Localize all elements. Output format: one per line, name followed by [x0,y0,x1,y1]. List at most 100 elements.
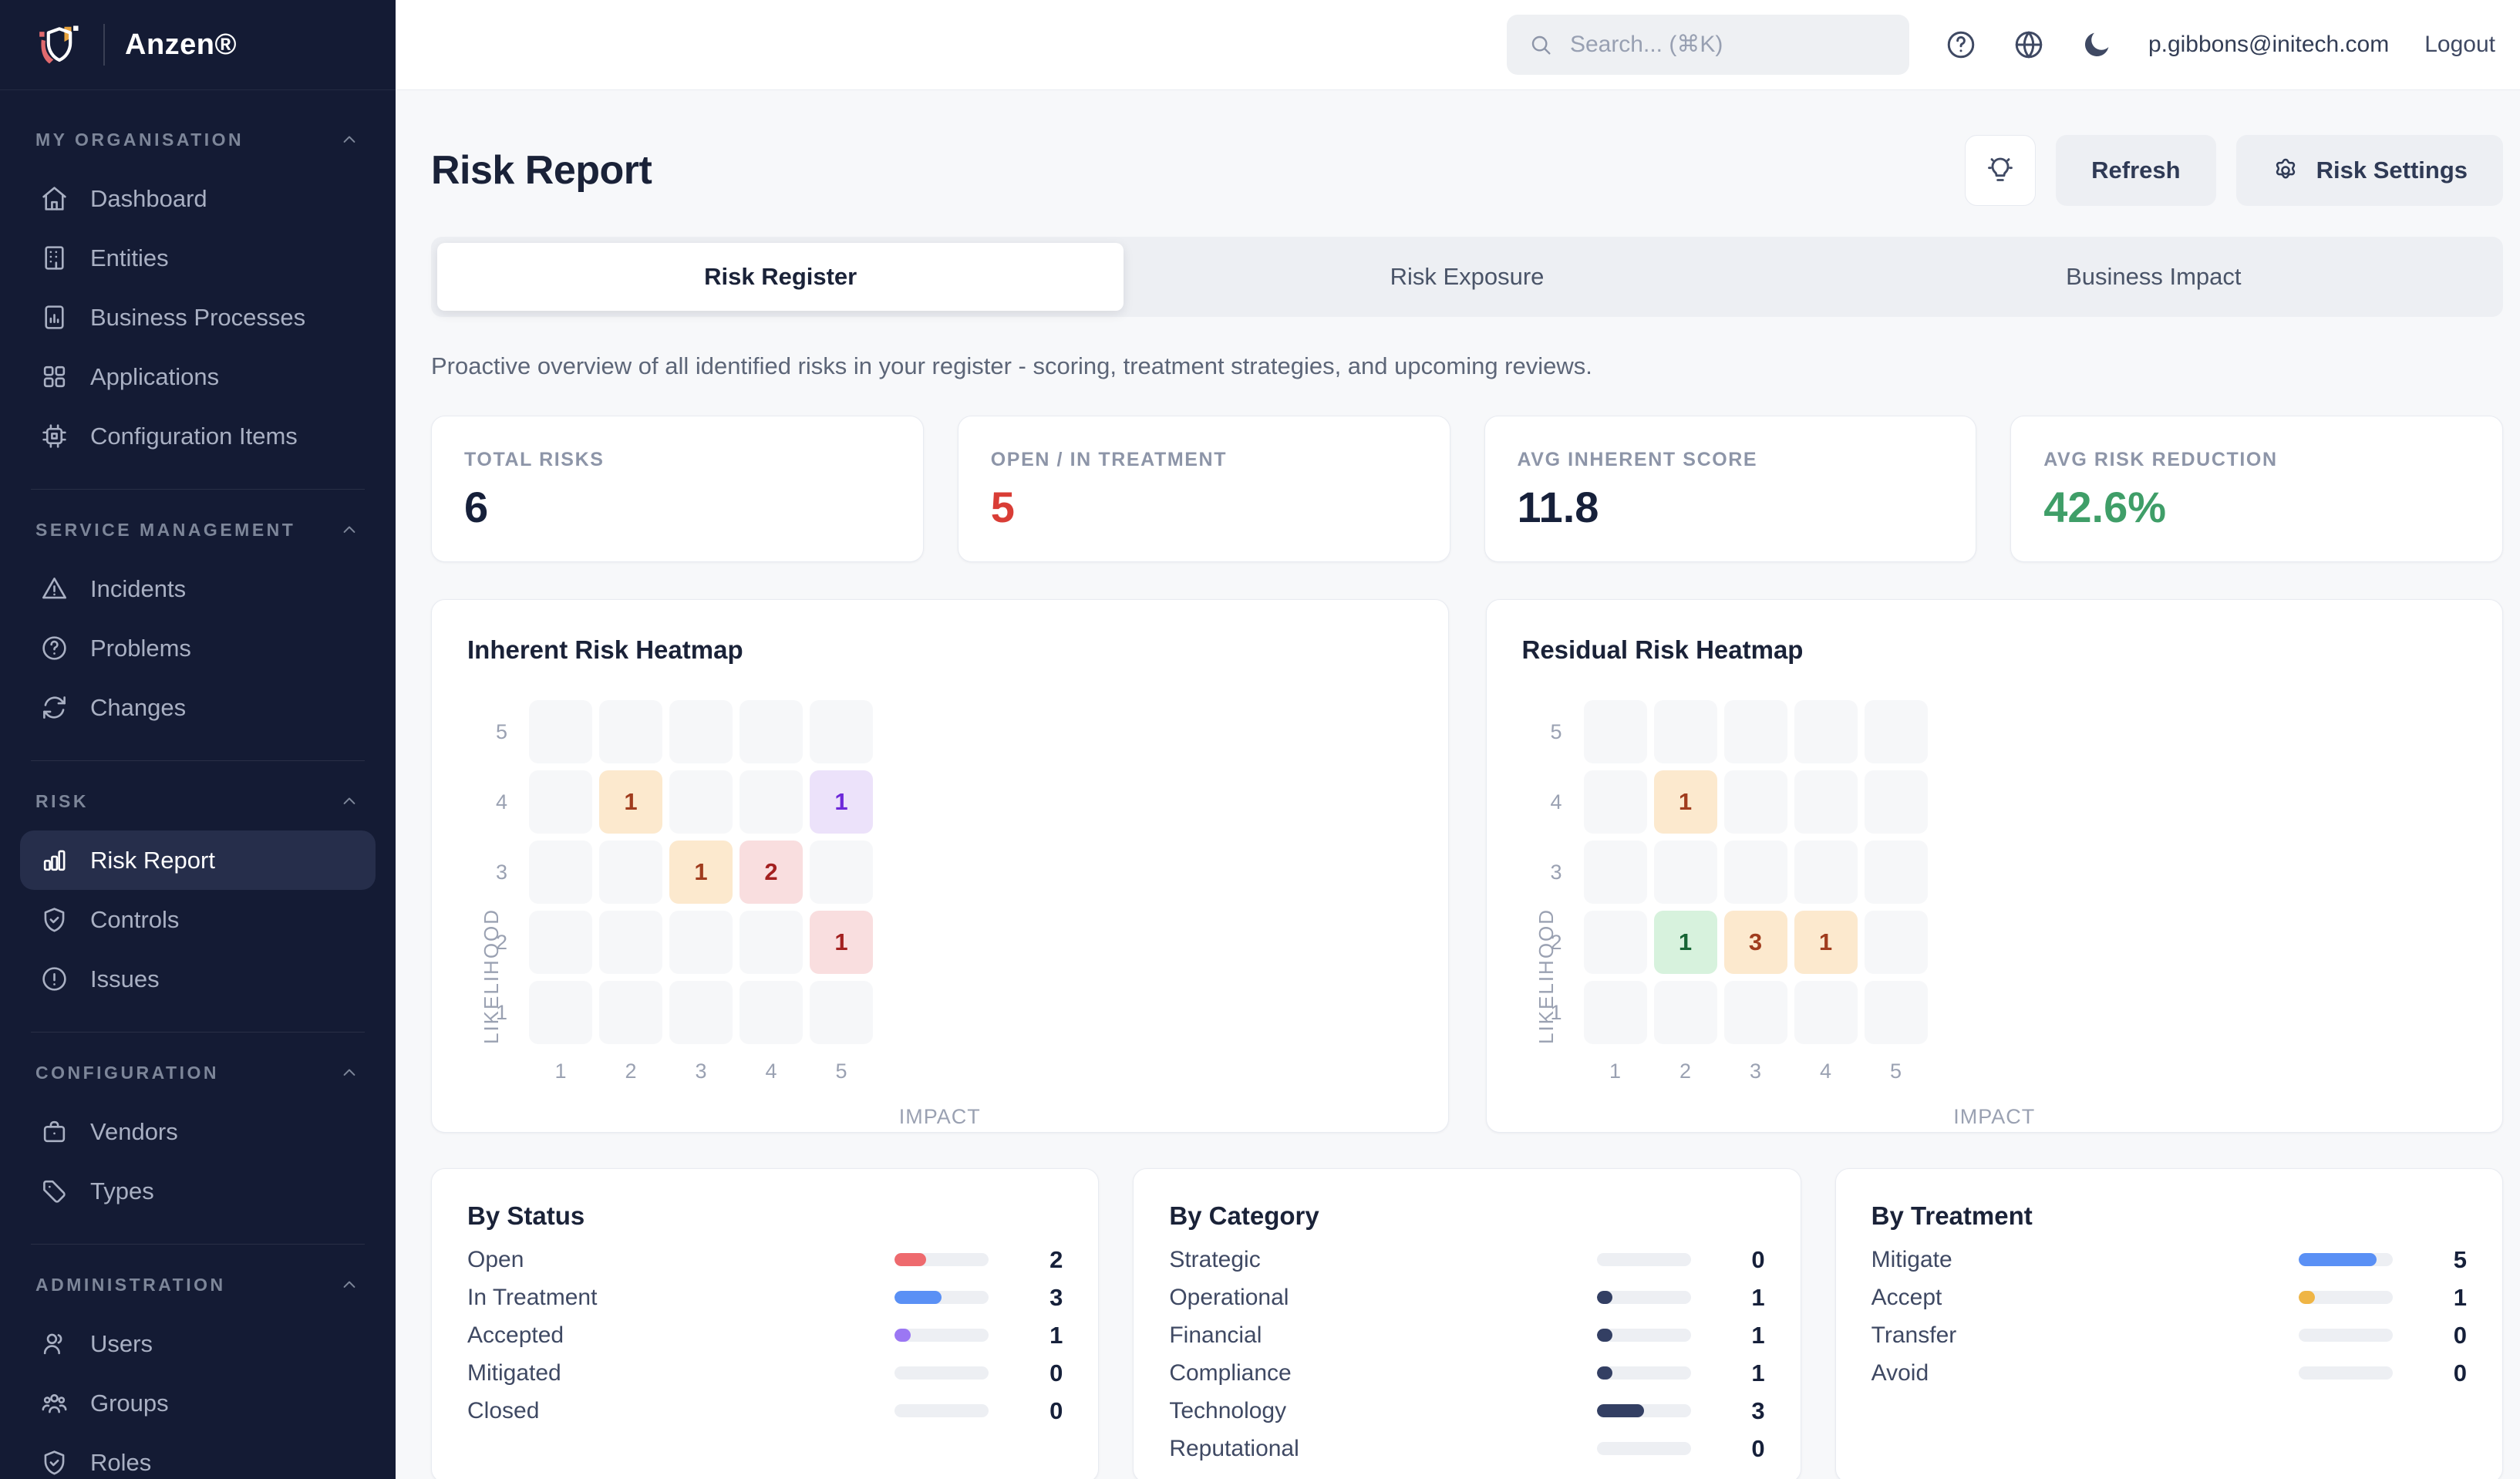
sidebar-section-my-organisation[interactable]: MY ORGANISATION [20,129,376,150]
sidebar-item-dashboard[interactable]: Dashboard [20,169,376,228]
heatmap-cell-l5-i2 [599,700,662,763]
heatmap-cell-l4-i1 [529,770,592,834]
insights-lightbulb-button[interactable] [1965,135,2036,206]
help-circle-icon [40,634,69,662]
brand-shield-icon [35,21,83,69]
sidebar-item-entities[interactable]: Entities [20,228,376,288]
sidebar-item-label: Roles [90,1449,151,1477]
progress-bar [1597,1442,1691,1455]
heatmap-cell-l5-i4 [739,700,803,763]
stat-card-open-in-treatment: OPEN / IN TREATMENT5 [958,416,1450,562]
heatmap-cell-l3-i5 [810,841,873,904]
sidebar-item-risk-report[interactable]: Risk Report [20,830,376,890]
divider [103,24,105,66]
sidebar-item-label: Dashboard [90,185,207,213]
main-area: p.gibbons@initech.com Logout Risk Report… [396,0,2520,1479]
sidebar: Anzen® MY ORGANISATION Dashboard Entities B… [0,0,396,1479]
search-input[interactable] [1507,15,1909,75]
breakdown-card-by-status: By StatusOpen2In Treatment3Accepted1Miti… [431,1168,1099,1479]
heatmap-cell-l1-i4 [739,981,803,1044]
sidebar-item-business-processes[interactable]: Business Processes [20,288,376,347]
sidebar-item-issues[interactable]: Issues [20,949,376,1009]
tab-risk-exposure[interactable]: Risk Exposure [1124,243,1810,311]
breakdown-row: Mitigate5 [1871,1248,2467,1272]
sidebar-item-label: Changes [90,694,186,722]
heatmap-cell-l2-i1 [1584,911,1647,974]
breakdown-row-value: 1 [1731,1284,1765,1312]
sidebar-item-label: Incidents [90,575,186,603]
breakdown-card-by-category: By CategoryStrategic0Operational1Financi… [1133,1168,1801,1479]
sidebar-item-users[interactable]: Users [20,1314,376,1373]
breakdown-row: Reputational0 [1169,1437,1764,1460]
tab-business-impact[interactable]: Business Impact [1811,243,2497,311]
section-label: CONFIGURATION [35,1063,219,1083]
breakdown-row: Accept1 [1871,1285,2467,1309]
globe-icon[interactable] [2013,29,2045,61]
refresh-button[interactable]: Refresh [2056,135,2215,206]
sidebar-item-label: Risk Report [90,847,215,874]
x-axis-label: IMPACT [1522,1105,2468,1129]
sidebar-item-vendors[interactable]: Vendors [20,1102,376,1161]
sidebar-item-configuration-items[interactable]: Configuration Items [20,406,376,466]
cpu-icon [40,422,69,450]
heatmap-cell-l1-i5 [1865,981,1928,1044]
heatmap-cell-l2-i2 [599,911,662,974]
sidebar-item-label: Vendors [90,1118,178,1146]
stat-value: 6 [464,482,891,532]
sidebar-section-administration[interactable]: ADMINISTRATION [20,1274,376,1295]
logout-link[interactable]: Logout [2424,32,2495,58]
heatmap-cell-l5-i1 [529,700,592,763]
heatmap-cell-l1-i3 [1724,981,1787,1044]
section-label: RISK [35,791,89,812]
sidebar-item-problems[interactable]: Problems [20,618,376,678]
divider [31,1032,365,1033]
sidebar-item-roles[interactable]: Roles [20,1433,376,1479]
heatmap-cell-l1-i1 [1584,981,1647,1044]
stat-value: 42.6% [2043,482,2470,532]
sidebar-section-service-management[interactable]: SERVICE MANAGEMENT [20,519,376,541]
stat-value: 11.8 [1518,482,1944,532]
help-icon[interactable] [1945,29,1977,61]
tab-risk-register[interactable]: Risk Register [437,243,1124,311]
x-axis-tick: 4 [739,1060,803,1083]
breakdown-row-label: Open [467,1247,894,1273]
heatmap-cell-l1-i2 [599,981,662,1044]
x-axis-tick: 2 [1654,1060,1717,1083]
sidebar-item-label: Configuration Items [90,423,298,450]
section-label: MY ORGANISATION [35,130,244,150]
sidebar-section-configuration[interactable]: CONFIGURATION [20,1062,376,1083]
sidebar-item-changes[interactable]: Changes [20,678,376,737]
heatmap-cell-l5-i4 [1794,700,1858,763]
breakdown-row-label: Compliance [1169,1360,1596,1386]
progress-bar [894,1291,989,1304]
search-field[interactable] [1568,31,1888,59]
breakdown-row-label: Mitigate [1871,1247,2299,1273]
home-icon [40,184,69,213]
x-axis-tick: 1 [1584,1060,1647,1083]
sidebar-item-label: Entities [90,244,169,272]
breakdown-row-label: Accepted [467,1322,894,1349]
alert-circle-icon [40,965,69,993]
dark-mode-moon-icon[interactable] [2080,29,2113,61]
risk-settings-button[interactable]: Risk Settings [2236,135,2503,206]
sidebar-nav: MY ORGANISATION Dashboard Entities Business… [0,90,396,1479]
sidebar-item-applications[interactable]: Applications [20,347,376,406]
brand[interactable]: Anzen® [0,0,396,90]
progress-bar [1597,1404,1691,1417]
sidebar-section-risk[interactable]: RISK [20,790,376,812]
sidebar-item-types[interactable]: Types [20,1161,376,1221]
progress-bar [1597,1366,1691,1380]
sidebar-item-groups[interactable]: Groups [20,1373,376,1433]
progress-bar [894,1366,989,1380]
sidebar-item-incidents[interactable]: Incidents [20,559,376,618]
progress-bar [1597,1253,1691,1266]
heatmap-cell-l2-i4: 1 [1794,911,1858,974]
stat-label: AVG INHERENT SCORE [1518,449,1944,471]
heatmap-cell-l4-i5: 1 [810,770,873,834]
sidebar-item-controls[interactable]: Controls [20,890,376,949]
y-axis-label: LIKELIHOOD [480,700,504,1044]
heatmap-cell-l5-i2 [1654,700,1717,763]
breakdown-row-value: 0 [1029,1359,1063,1387]
stat-label: OPEN / IN TREATMENT [991,449,1417,471]
breakdown-row-value: 3 [1029,1284,1063,1312]
